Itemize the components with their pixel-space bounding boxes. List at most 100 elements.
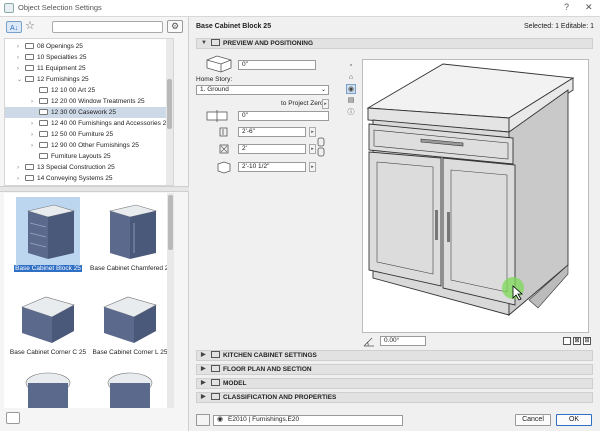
offset-field[interactable]: 0" [238, 111, 329, 121]
section-model[interactable]: ▶ MODEL [196, 378, 593, 389]
info-icon[interactable]: ⓘ [346, 108, 356, 118]
tree-item[interactable]: › 11 Equipment 25 [5, 63, 168, 74]
section-kitchen-cabinet[interactable]: ▶ KITCHEN CABINET SETTINGS [196, 350, 593, 361]
visibility-eye-icon: ◉ [217, 416, 224, 423]
tree-item[interactable]: › 12 90 00 Other Furnishings 25 [5, 140, 168, 151]
tree-item[interactable]: › 14 Conveying Systems 25 [5, 173, 168, 184]
tree-item[interactable]: › 10 Specialties 25 [5, 52, 168, 63]
chevron-right-icon[interactable]: › [17, 42, 25, 53]
settings-gear-icon[interactable]: ⚙ [167, 20, 183, 33]
folder-icon [25, 76, 34, 82]
object-label: Base Cabinet Corner C 25 [9, 349, 87, 356]
object-thumbnail[interactable]: Base Cabinet Corner L 25 [90, 281, 170, 361]
window-title: Object Selection Settings [18, 3, 102, 12]
chevron-right-icon[interactable]: › [17, 174, 25, 185]
folder-icon [39, 98, 48, 104]
section-icon [211, 379, 220, 386]
chain-link-icon[interactable] [317, 137, 326, 157]
library-manager-icon[interactable] [6, 412, 20, 424]
close-button[interactable]: ✕ [585, 2, 593, 13]
folder-icon [39, 153, 48, 159]
chevron-right-icon[interactable]: › [31, 119, 39, 130]
chevron-right-icon[interactable]: › [31, 141, 39, 152]
chevron-down-icon[interactable]: ⌄ [17, 75, 25, 86]
dimension-a-arrow[interactable]: ▸ [309, 127, 316, 137]
object-thumbnail[interactable] [8, 359, 88, 408]
folder-icon [39, 109, 48, 115]
tree-item[interactable]: › 13 Special Construction 25 [5, 162, 168, 173]
object-preview-image [98, 283, 162, 347]
tree-item[interactable]: › 08 Openings 25 [5, 41, 168, 52]
grid-scrollbar[interactable] [167, 193, 174, 408]
object-thumbnail[interactable]: Base Cabinet Corner C 25 [8, 281, 88, 361]
tree-item-label: 12 50 00 Furniture 25 [51, 131, 114, 138]
section-classification[interactable]: ▶ CLASSIFICATION AND PROPERTIES [196, 392, 593, 403]
grid-scrollbar-thumb[interactable] [168, 195, 173, 250]
mirror-x-icon[interactable]: ⊠ [573, 337, 581, 345]
view-section-icon[interactable]: ▤ [346, 96, 356, 106]
object-thumbnail[interactable]: Base Cabinet Chamfered 25 [90, 197, 172, 277]
folder-icon [39, 87, 48, 93]
tree-item-label: 12 20 00 Window Treatments 25 [51, 98, 145, 105]
chevron-right-icon[interactable]: › [17, 53, 25, 64]
mirror-y-icon[interactable]: ⊞ [583, 337, 591, 345]
object-thumbnail[interactable] [90, 359, 170, 408]
home-story-value: 1. Ground [200, 86, 229, 93]
layer-icon[interactable] [196, 414, 210, 426]
layer-select[interactable]: ◉ E2010 | Furnishings.E20 [213, 415, 403, 426]
panel-splitter[interactable] [0, 186, 189, 192]
width-a-icon [219, 127, 228, 137]
folder-icon [25, 164, 34, 170]
dimension-b-arrow[interactable]: ▸ [309, 144, 316, 154]
reference-menu-button[interactable]: ▸ [322, 99, 329, 109]
object-name: Base Cabinet Block 25 [196, 23, 272, 30]
mirror-off-icon[interactable] [563, 337, 571, 345]
tree-item-label: 11 Equipment 25 [37, 65, 86, 72]
app-icon [4, 3, 14, 13]
height-arrow[interactable]: ▸ [309, 162, 316, 172]
view-plan-icon[interactable]: ▫ [346, 61, 356, 71]
library-view-button[interactable]: A↓ [6, 21, 22, 33]
tree-item-label: 08 Openings 25 [37, 43, 83, 50]
cancel-button[interactable]: Cancel [515, 414, 551, 426]
tree-item[interactable]: › 12 20 00 Window Treatments 25 [5, 96, 168, 107]
tree-item[interactable]: 12 30 00 Casework 25 [5, 107, 168, 118]
help-button[interactable]: ? [564, 2, 569, 12]
to-project-zero-label: to Project Zero [281, 100, 324, 107]
elevation-field[interactable]: 0" [238, 60, 316, 70]
settings-header: Base Cabinet Block 25 Selected: 1 Editab… [190, 17, 600, 37]
object-preview-image [98, 199, 162, 263]
height-field[interactable]: 2'-10 1/2" [238, 162, 306, 172]
section-floor-plan[interactable]: ▶ FLOOR PLAN AND SECTION [196, 364, 593, 375]
tree-item[interactable]: Furniture Layouts 25 [5, 151, 168, 162]
dimension-a-field[interactable]: 2'-6" [238, 127, 306, 137]
view-3d-icon[interactable]: ◉ [346, 84, 356, 94]
search-input[interactable] [52, 21, 163, 33]
tree-item[interactable]: ⌄ 12 Furnishings 25 [5, 74, 168, 85]
rotation-field[interactable]: 0.00° [380, 336, 426, 346]
object-thumbnail[interactable]: Base Cabinet Block 25 [8, 197, 88, 277]
tree-item[interactable]: 12 10 00 Art 25 [5, 85, 168, 96]
chevron-right-icon[interactable]: › [17, 64, 25, 75]
dimension-b-field[interactable]: 2' [238, 144, 306, 154]
tree-item-label: 12 40 00 Furnishings and Accessories 25 [51, 120, 170, 127]
section-preview-positioning[interactable]: ▼ PREVIEW AND POSITIONING [196, 38, 593, 49]
favorites-star-icon[interactable]: ☆ [25, 19, 35, 32]
home-story-select[interactable]: 1. Ground ⌄ [196, 85, 329, 95]
tree-item-label: 12 30 00 Casework 25 [51, 109, 117, 116]
tree-item[interactable]: › 12 40 00 Furnishings and Accessories 25 [5, 118, 170, 130]
tree-item[interactable]: › 12 50 00 Furniture 25 [5, 129, 168, 140]
expand-arrow-icon: ▶ [201, 352, 206, 358]
chevron-right-icon[interactable]: › [17, 163, 25, 174]
object-label: Base Cabinet Block 25 [14, 265, 82, 272]
view-elevation-icon[interactable]: ⌂ [346, 73, 356, 83]
chevron-right-icon[interactable]: › [31, 97, 39, 108]
rotation-icon [363, 337, 374, 347]
section-icon [211, 393, 220, 400]
tree-scrollbar-thumb[interactable] [167, 79, 172, 129]
chevron-right-icon[interactable]: › [31, 130, 39, 141]
collapse-arrow-icon: ▼ [201, 40, 207, 46]
title-bar: Object Selection Settings ? ✕ [0, 0, 600, 17]
ok-button[interactable]: OK [556, 414, 592, 426]
tree-scrollbar[interactable] [166, 39, 173, 185]
